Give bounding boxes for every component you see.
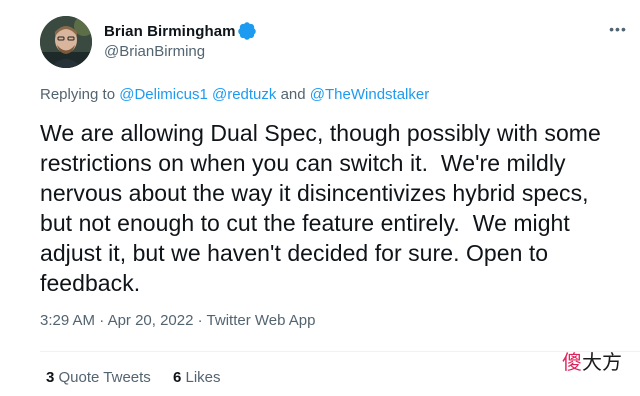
mention-link-redtuzk[interactable]: @redtuzk [212,86,276,103]
avatar[interactable] [40,16,92,68]
meta-separator-2: · [193,312,207,329]
author-info: Brian Birmingham @BrianBirming [104,21,257,60]
likes-count: 6 [172,369,182,386]
mention-joiner: and [276,86,310,103]
tweet-meta: 3:29 AM · Apr 20, 2022 · Twitter Web App [40,312,315,329]
display-name-row: Brian Birmingham [104,21,257,41]
more-options-icon[interactable]: ••• [606,18,630,42]
verified-badge-icon [237,21,257,41]
quote-tweets-label: Quote Tweets [58,369,151,386]
tweet-stats: 3 Quote Tweets 6 Likes [46,369,221,386]
watermark-part1: 傻 [562,350,582,374]
tweet-header: Brian Birmingham @BrianBirming ••• [40,16,630,70]
quote-tweets-stat[interactable]: 3 Quote Tweets [46,369,151,386]
quote-tweets-count: 3 [46,369,55,386]
mention-link-delimicus1[interactable]: @Delimicus1 [119,86,208,103]
tweet-date[interactable]: Apr 20, 2022 [108,312,194,329]
likes-stat[interactable]: 6 Likes [173,369,221,386]
avatar-image [40,16,92,68]
tweet-card: Brian Birmingham @BrianBirming ••• Reply… [0,0,640,396]
replying-prefix: Replying to [40,86,116,103]
author-display-name[interactable]: Brian Birmingham [104,23,236,40]
likes-label: Likes [185,369,221,386]
tweet-source[interactable]: Twitter Web App [207,312,316,329]
tweet-time[interactable]: 3:29 AM [40,312,95,329]
watermark-logo: 傻大方 [562,346,622,375]
mention-link-thewindstalker[interactable]: @TheWindstalker [310,86,429,103]
replying-to: Replying to @Delimicus1 @redtuzk and @Th… [40,86,429,103]
author-handle[interactable]: @BrianBirming [104,43,257,60]
meta-separator: · [95,312,108,329]
divider [40,351,640,352]
watermark-part2: 大方 [582,350,622,374]
tweet-text: We are allowing Dual Spec, though possib… [40,120,601,296]
